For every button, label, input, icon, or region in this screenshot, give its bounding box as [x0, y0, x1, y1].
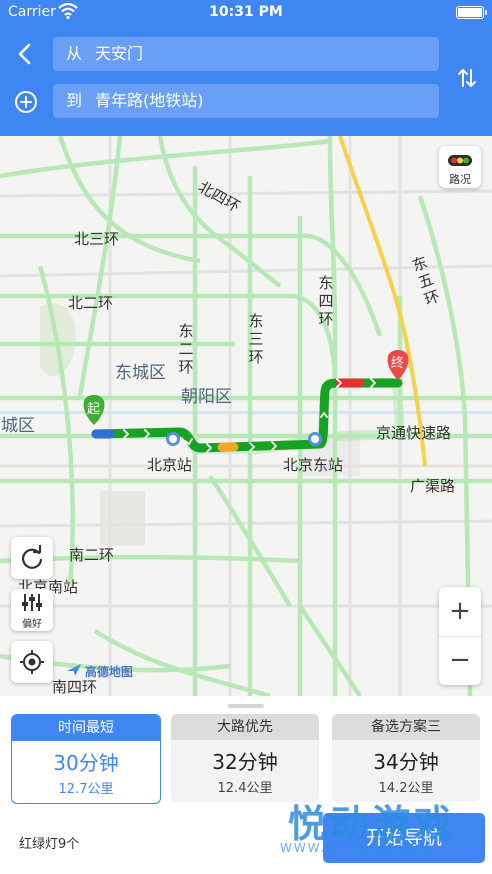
route-option-time: 32分钟 [212, 750, 278, 774]
route-option-3[interactable]: 备选方案三 34分钟 14.2公里 [332, 714, 480, 802]
add-waypoint-icon[interactable] [14, 90, 38, 114]
battery-icon [456, 6, 487, 19]
swap-icon[interactable] [455, 66, 479, 90]
destination-field[interactable]: 到 青年路(地铁站) [53, 84, 439, 118]
road-label-south2: 南二环 [69, 546, 115, 564]
map-logo: 高德地图 [67, 663, 133, 680]
end-marker-label: 终 [391, 356, 405, 371]
locate-icon [20, 650, 44, 674]
refresh-button[interactable] [11, 537, 53, 579]
place-label-beijing-station: 北京站 [147, 456, 193, 474]
destination-value: 青年路(地铁站) [95, 91, 204, 110]
zoom-out-button[interactable]: − [439, 636, 481, 685]
origin-prefix: 从 [66, 44, 83, 63]
route-option-distance: 12.4公里 [217, 781, 273, 796]
district-label-chaoyang: 朝阳区 [181, 387, 232, 407]
road-label-north2: 北二环 [68, 294, 114, 312]
route-option-title: 备选方案三 [332, 714, 480, 740]
route-options-panel: 时间最短 30分钟 12.7公里 大路优先 32分钟 12.4公里 备选方案三 … [0, 696, 492, 874]
locate-button[interactable] [11, 641, 53, 683]
route-option-1[interactable]: 时间最短 30分钟 12.7公里 [11, 714, 161, 804]
zoom-controls: + − [439, 587, 481, 685]
road-label-east4: 东四环 [318, 274, 334, 328]
place-label-beijing-east-station: 北京东站 [283, 456, 344, 474]
origin-value: 天安门 [95, 44, 144, 63]
road-label-north3: 北三环 [74, 230, 120, 248]
traffic-lights-count: 红绿灯9个 [19, 837, 80, 852]
preference-label: 偏好 [22, 619, 42, 630]
route-option-title: 时间最短 [12, 715, 160, 741]
destination-prefix: 到 [66, 91, 83, 110]
origin-field[interactable]: 从 天安门 [53, 37, 439, 71]
block-area [100, 491, 145, 546]
road-label-jingtong: 京通快速路 [376, 424, 452, 442]
station-pin-beijing-east [308, 432, 322, 446]
route-option-time: 34分钟 [373, 750, 439, 774]
zoom-in-button[interactable]: + [439, 587, 481, 637]
route-header: Carrier 10:31 PM 从 天安门 到 青年路(地铁站) [0, 0, 492, 136]
district-label-dongcheng: 东城区 [115, 363, 166, 383]
status-bar: Carrier 10:31 PM [0, 0, 492, 26]
map-canvas [0, 136, 492, 696]
road-label-east3: 东三环 [248, 312, 264, 366]
back-arrow-icon[interactable] [12, 40, 38, 68]
traffic-label: 路况 [449, 173, 471, 186]
amap-logo-icon [67, 664, 81, 676]
clock: 10:31 PM [209, 4, 283, 20]
road-label-east2: 东二环 [178, 322, 194, 376]
traffic-toggle-button[interactable]: 路况 [439, 146, 481, 188]
drag-handle[interactable] [228, 704, 264, 708]
traffic-light-icon [448, 155, 472, 166]
district-label-xicheng: 西城区 [0, 416, 35, 436]
route-option-2[interactable]: 大路优先 32分钟 12.4公里 [171, 714, 319, 802]
road-label-guangqu: 广渠路 [410, 477, 456, 495]
route-option-time: 30分钟 [53, 751, 119, 775]
map-view[interactable]: 起 终 北四环 北三环 北二环 东四环 东五环 东三环 东二环 南二环 南四环 … [0, 136, 492, 696]
start-navigation-button[interactable]: 开始导航 [323, 813, 485, 863]
sliders-icon [22, 594, 42, 611]
refresh-icon [21, 544, 43, 569]
start-marker-label: 起 [87, 402, 101, 417]
preference-button[interactable]: 偏好 [11, 589, 53, 631]
yellow-road [338, 136, 427, 467]
route-option-distance: 12.7公里 [58, 782, 114, 797]
route-option-distance: 14.2公里 [378, 781, 434, 796]
station-pin-beijing [166, 432, 180, 446]
route-option-title: 大路优先 [171, 714, 319, 740]
map-logo-text: 高德地图 [84, 665, 133, 679]
